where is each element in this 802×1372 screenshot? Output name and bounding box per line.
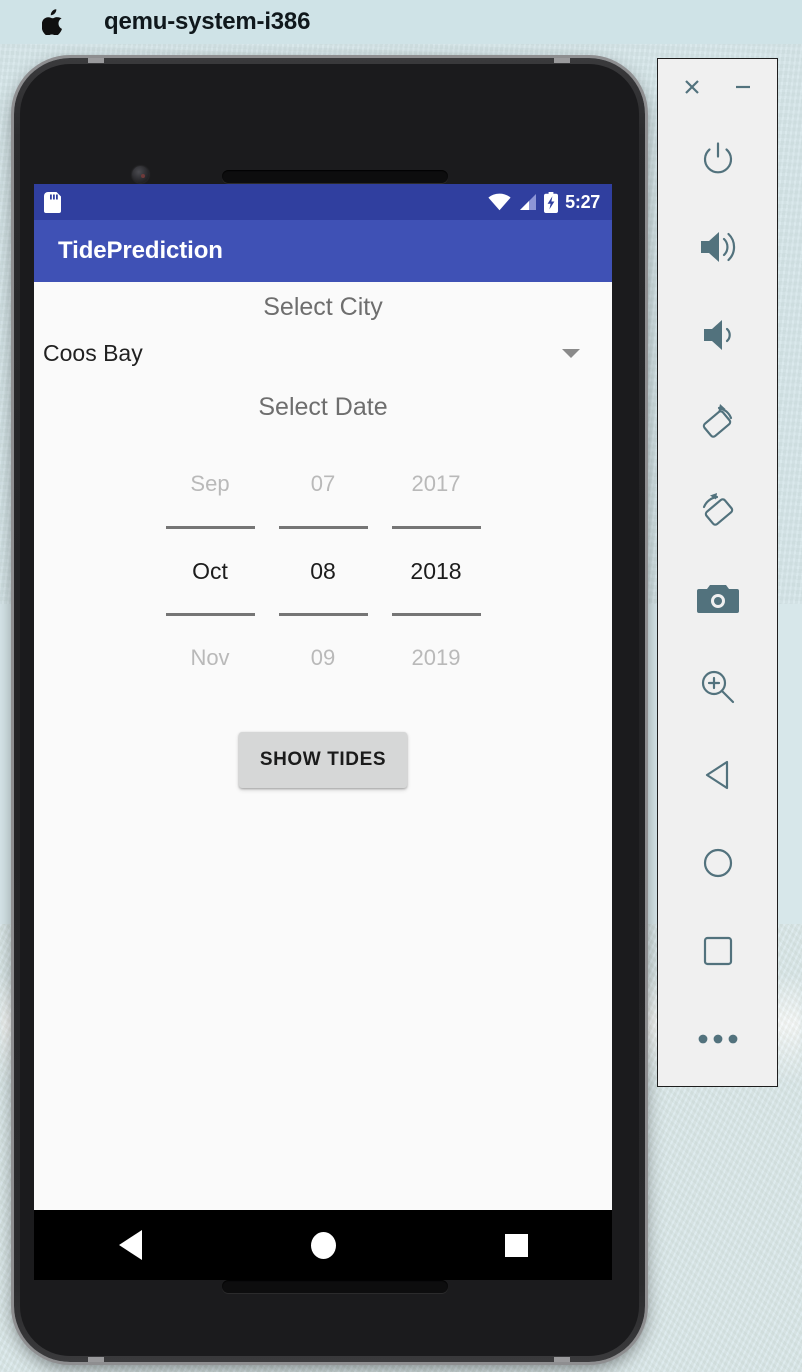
minimize-button[interactable]	[731, 75, 755, 99]
back-triangle-icon[interactable]	[118, 1230, 142, 1260]
home-button[interactable]	[657, 819, 778, 907]
back-button[interactable]	[657, 731, 778, 819]
more-dots-icon	[698, 1034, 737, 1044]
year-next-value[interactable]: 2019	[412, 616, 461, 700]
phone-antenna-nub	[88, 1357, 104, 1362]
status-bar-right: 5:27	[488, 191, 600, 213]
phone-antenna-nub	[88, 58, 104, 63]
window-controls	[658, 59, 777, 115]
sd-card-icon	[44, 191, 61, 213]
front-camera	[132, 166, 149, 183]
select-date-label: Select Date	[258, 393, 388, 421]
android-navigation-bar	[34, 1210, 612, 1280]
date-picker[interactable]: Sep Oct Nov 07 08 09 2017 2018 2019	[34, 442, 612, 700]
show-tides-button[interactable]: SHOW TIDES	[238, 732, 408, 788]
rotate-right-button[interactable]	[657, 467, 778, 555]
android-emulator-device: 5:27 TidePrediction Select City Coos Bay…	[14, 58, 645, 1362]
home-circle-icon	[703, 848, 732, 878]
select-city-label: Select City	[263, 293, 383, 321]
cellular-signal-icon	[520, 194, 537, 210]
emulator-toolbar	[657, 58, 778, 1087]
app-bar-title: TidePrediction	[58, 237, 223, 264]
status-bar-clock: 5:27	[565, 191, 600, 212]
macos-menubar: qemu-system-i386	[0, 0, 802, 44]
close-icon	[685, 80, 699, 94]
android-status-bar: 5:27	[34, 184, 612, 220]
overview-square-icon	[703, 936, 732, 966]
phone-antenna-nub	[554, 58, 570, 63]
month-picker[interactable]: Sep Oct Nov	[154, 442, 267, 700]
year-picker[interactable]: 2017 2018 2019	[380, 442, 493, 700]
magnifier-plus-icon	[701, 670, 734, 704]
minimize-icon	[736, 85, 750, 89]
rotate-right-icon	[702, 493, 733, 526]
window-title: qemu-system-i386	[104, 8, 311, 35]
city-spinner[interactable]: Coos Bay	[34, 332, 612, 374]
back-triangle-icon	[705, 760, 728, 790]
volume-down-icon	[703, 320, 731, 350]
city-spinner-value: Coos Bay	[43, 339, 143, 366]
more-button[interactable]	[657, 995, 778, 1083]
bottom-speaker	[222, 1280, 448, 1293]
day-prev-value[interactable]: 07	[311, 442, 335, 526]
power-button[interactable]	[657, 115, 778, 203]
power-icon	[703, 142, 732, 174]
chevron-down-icon	[562, 348, 580, 358]
app-bar: TidePrediction	[34, 220, 612, 282]
day-next-value[interactable]: 09	[311, 616, 335, 700]
phone-antenna-nub	[554, 1357, 570, 1362]
volume-up-icon	[700, 232, 735, 262]
recents-square-icon[interactable]	[504, 1233, 528, 1257]
overview-button[interactable]	[657, 907, 778, 995]
battery-charging-icon	[544, 191, 559, 213]
rotate-left-icon	[702, 404, 732, 438]
volume-up-button[interactable]	[657, 203, 778, 291]
close-button[interactable]	[680, 75, 704, 99]
rotate-left-button[interactable]	[657, 379, 778, 467]
screenshot-button[interactable]	[657, 555, 778, 643]
earpiece-speaker	[222, 170, 448, 183]
zoom-button[interactable]	[657, 643, 778, 731]
camera-icon	[696, 585, 739, 613]
day-selected-value[interactable]: 08	[310, 529, 336, 613]
wifi-icon	[488, 193, 511, 211]
year-selected-value[interactable]: 2018	[410, 529, 461, 613]
volume-down-button[interactable]	[657, 291, 778, 379]
phone-screen: 5:27 TidePrediction Select City Coos Bay…	[34, 184, 612, 1210]
month-prev-value[interactable]: Sep	[190, 442, 229, 526]
app-content: Select City Coos Bay Select Date Sep Oct…	[34, 282, 612, 1210]
day-picker[interactable]: 07 08 09	[267, 442, 380, 700]
screen-root: qemu-system-i386 5:27 TidePrediction Sel…	[0, 0, 802, 1372]
button-row: SHOW TIDES	[34, 732, 612, 788]
month-next-value[interactable]: Nov	[190, 616, 229, 700]
apple-logo-icon[interactable]	[42, 9, 64, 35]
status-bar-left	[44, 191, 61, 213]
year-prev-value[interactable]: 2017	[412, 442, 461, 526]
home-circle-icon[interactable]	[310, 1231, 336, 1259]
month-selected-value[interactable]: Oct	[192, 529, 228, 613]
